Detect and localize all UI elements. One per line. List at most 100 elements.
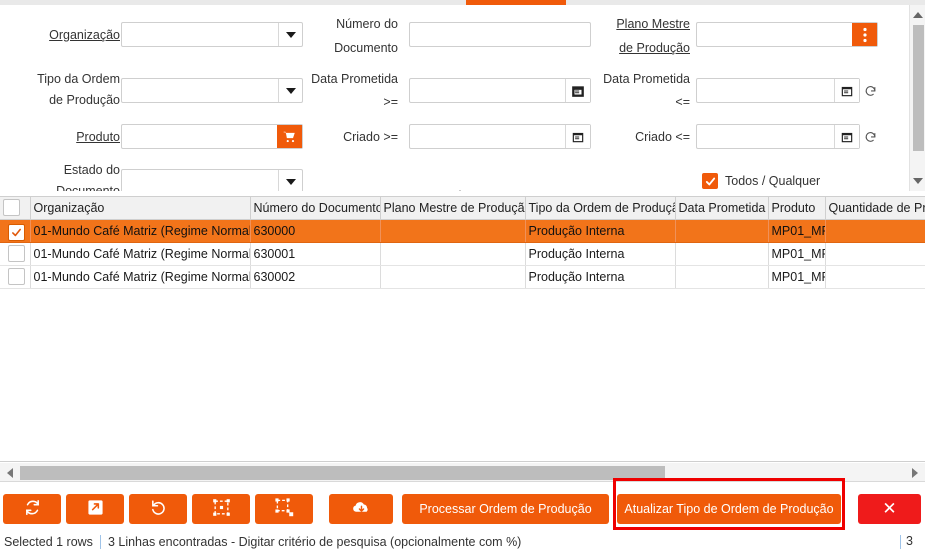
label-data-prometida-le-line1: Data Prometida — [578, 72, 690, 87]
more-vertical-icon[interactable] — [852, 23, 877, 46]
grid-horizontal-scrollbar[interactable] — [0, 463, 925, 482]
cell-numero-documento: 630001 — [250, 243, 380, 266]
row-checkbox-cell[interactable] — [0, 220, 30, 243]
refresh-button[interactable] — [3, 494, 61, 524]
close-icon: ✕ — [882, 499, 896, 519]
selected-rows-text: Selected 1 rows — [0, 535, 93, 549]
row-checkbox[interactable] — [8, 245, 25, 262]
col-data-prometida[interactable]: Data Prometida — [675, 197, 768, 220]
row-checkbox-cell[interactable] — [0, 243, 30, 266]
reset-criado-le-icon[interactable] — [862, 127, 878, 147]
processar-ordem-button[interactable]: Processar Ordem de Produção — [402, 494, 609, 524]
scroll-down-icon[interactable] — [910, 173, 925, 189]
cell-organizacao: 01-Mundo Café Matriz (Regime Normal) — [30, 220, 250, 243]
input-organizacao[interactable] — [122, 23, 302, 46]
undo-button[interactable] — [129, 494, 187, 524]
col-quantidade[interactable]: Quantidade de Pro — [825, 197, 925, 220]
table-row[interactable]: 01-Mundo Café Matriz (Regime Normal) 630… — [0, 266, 925, 289]
label-estado-documento-line1: Estado do — [10, 163, 120, 178]
table-header-row: Organização Número do Documento Plano Me… — [0, 197, 925, 220]
filter-panel-scrollbar[interactable] — [909, 5, 925, 191]
scrollbar-thumb-vertical[interactable] — [913, 25, 924, 151]
input-estado-documento[interactable] — [122, 170, 302, 191]
results-grid: Organização Número do Documento Plano Me… — [0, 196, 925, 462]
label-estado-documento-line2: Documento — [10, 184, 120, 191]
cloud-download-icon — [352, 499, 371, 519]
results-table: Organização Número do Documento Plano Me… — [0, 197, 925, 289]
close-button[interactable]: ✕ — [858, 494, 921, 524]
col-produto[interactable]: Produto — [768, 197, 825, 220]
table-row[interactable]: 01-Mundo Café Matriz (Regime Normal) 630… — [0, 243, 925, 266]
input-numero-documento[interactable] — [410, 23, 590, 46]
input-produto[interactable] — [122, 125, 302, 148]
field-criado-le[interactable] — [696, 124, 860, 149]
select-all-button[interactable] — [192, 494, 250, 524]
scrollbar-thumb-horizontal[interactable] — [20, 466, 665, 480]
scroll-right-icon[interactable] — [907, 463, 923, 482]
todos-qualquer-label: Todos / Qualquer — [725, 174, 820, 188]
field-tipo-ordem[interactable] — [121, 78, 303, 103]
cell-numero-documento: 630000 — [250, 220, 380, 243]
cell-quantidade — [825, 266, 925, 289]
label-tipo-ordem-line2: de Produção — [10, 93, 120, 108]
check-icon[interactable] — [702, 173, 718, 189]
deselect-icon — [275, 498, 294, 520]
export-button[interactable] — [66, 494, 124, 524]
label-data-prometida-le-line2: <= — [578, 95, 690, 110]
reset-data-prometida-le-icon[interactable] — [862, 81, 878, 101]
label-organizacao[interactable]: Organização — [10, 28, 120, 43]
status-divider-right — [900, 535, 901, 549]
input-criado-ge[interactable] — [410, 125, 590, 148]
field-criado-ge[interactable] — [409, 124, 591, 149]
field-estado-documento[interactable] — [121, 169, 303, 191]
label-plano-mestre-line2[interactable]: de Produção — [590, 41, 690, 56]
collapse-panel-arrow-icon[interactable] — [452, 187, 468, 191]
table-row[interactable]: 01-Mundo Café Matriz (Regime Normal) 630… — [0, 220, 925, 243]
select-all-header[interactable] — [0, 197, 30, 220]
cell-tipo-ordem: Produção Interna — [525, 243, 675, 266]
row-checkbox[interactable] — [8, 224, 25, 241]
cell-produto: MP01_MP — [768, 243, 825, 266]
field-plano-mestre[interactable] — [696, 22, 878, 47]
download-button[interactable] — [329, 494, 393, 524]
atualizar-tipo-ordem-button[interactable]: Atualizar Tipo de Ordem de Produção — [617, 494, 841, 524]
chevron-down-icon[interactable] — [278, 23, 302, 46]
field-numero-documento[interactable] — [409, 22, 591, 47]
row-checkbox-cell[interactable] — [0, 266, 30, 289]
todos-qualquer-row[interactable]: Todos / Qualquer — [702, 173, 820, 189]
scroll-up-icon[interactable] — [910, 7, 925, 23]
label-plano-mestre-line1[interactable]: Plano Mestre — [590, 17, 690, 32]
field-data-prometida-ge[interactable] — [409, 78, 591, 103]
cell-produto: MP01_MP — [768, 220, 825, 243]
col-plano-mestre[interactable]: Plano Mestre de Produção — [380, 197, 525, 220]
export-arrow-icon — [87, 499, 104, 519]
cell-plano-mestre — [380, 220, 525, 243]
chevron-down-icon[interactable] — [278, 170, 302, 191]
label-data-prometida-ge-line1: Data Prometida — [290, 72, 398, 87]
field-organizacao[interactable] — [121, 22, 303, 47]
application-window: Organização Tipo da Ordem de Produção Pr… — [0, 0, 925, 553]
label-produto[interactable]: Produto — [10, 130, 120, 145]
deselect-button[interactable] — [255, 494, 313, 524]
cell-plano-mestre — [380, 243, 525, 266]
input-plano-mestre[interactable] — [697, 23, 877, 46]
cell-quantidade — [825, 243, 925, 266]
calendar-icon[interactable] — [834, 125, 859, 148]
cell-tipo-ordem: Produção Interna — [525, 266, 675, 289]
calendar-icon[interactable] — [834, 79, 859, 102]
field-produto[interactable] — [121, 124, 303, 149]
select-all-checkbox[interactable] — [3, 199, 20, 216]
cell-data-prometida — [675, 220, 768, 243]
input-tipo-ordem[interactable] — [122, 79, 302, 102]
cell-data-prometida — [675, 266, 768, 289]
label-data-prometida-ge-line2: >= — [290, 95, 398, 110]
input-data-prometida-ge[interactable] — [410, 79, 590, 102]
field-data-prometida-le[interactable] — [696, 78, 860, 103]
table-body: 01-Mundo Café Matriz (Regime Normal) 630… — [0, 220, 925, 289]
col-organizacao[interactable]: Organização — [30, 197, 250, 220]
col-tipo-ordem[interactable]: Tipo da Ordem de Produção — [525, 197, 675, 220]
row-checkbox[interactable] — [8, 268, 25, 285]
col-numero-documento[interactable]: Número do Documento — [250, 197, 380, 220]
undo-icon — [150, 499, 167, 519]
scroll-left-icon[interactable] — [2, 463, 18, 482]
